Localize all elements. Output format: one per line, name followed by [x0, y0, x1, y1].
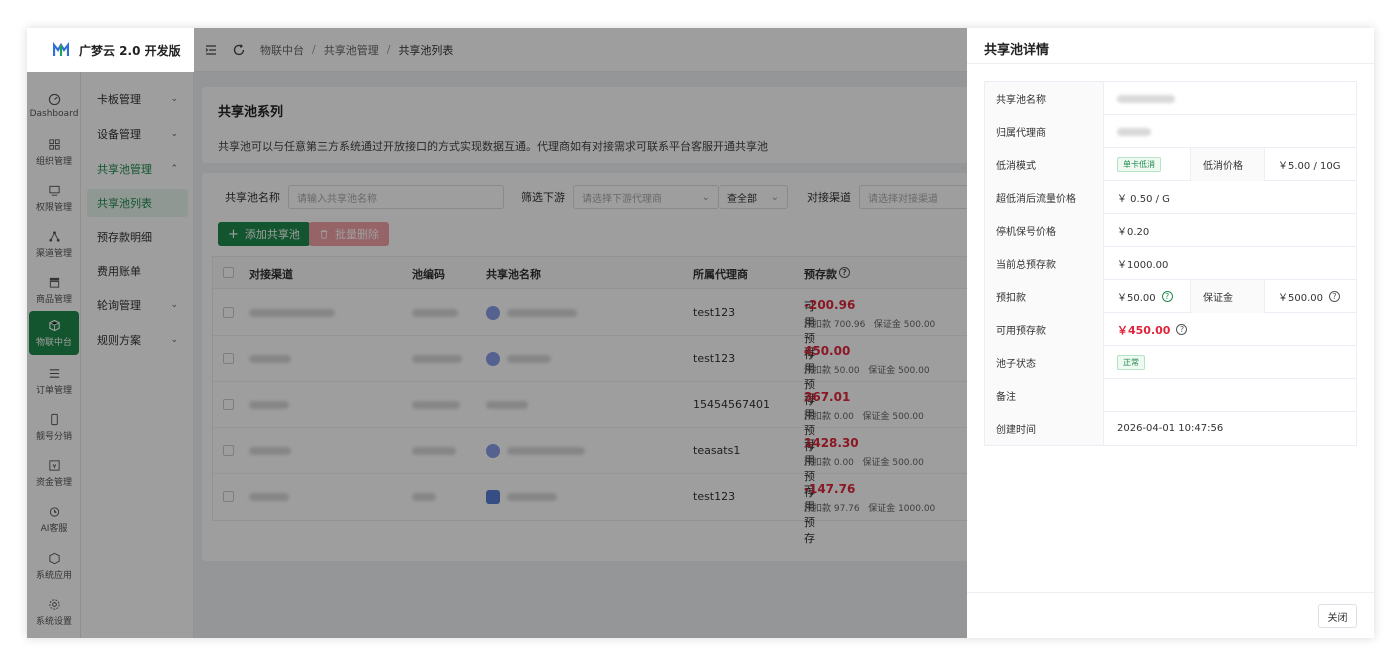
detail-row-status: 池子状态 正常: [985, 346, 1356, 379]
app-brand: 广梦云 2.0 开发版: [27, 28, 194, 72]
detail-row-lowmode: 低消模式 单卡低消 低消价格 ￥5.00 / 10G: [985, 148, 1356, 181]
detail-row-created: 创建时间 2026-04-01 10:47:56: [985, 412, 1356, 445]
detail-row-available: 可用预存款 ￥450.00?: [985, 313, 1356, 346]
help-icon[interactable]: ?: [1176, 324, 1188, 335]
help-icon[interactable]: ?: [1329, 291, 1340, 302]
redacted-text: [1117, 127, 1151, 136]
detail-table: 共享池名称 归属代理商 低消模式 单卡低消 低消价格 ￥5.00 / 10G 超…: [984, 81, 1357, 446]
lowmode-tag: 单卡低消: [1117, 157, 1161, 172]
divider: [967, 63, 1374, 64]
detail-row-total: 当前总预存款 ￥1000.00: [985, 247, 1356, 280]
pool-detail-drawer: 共享池详情 共享池名称 归属代理商 低消模式 单卡低消 低消价格 ￥5.00 /…: [967, 28, 1374, 638]
divider: [967, 592, 1374, 593]
detail-row-remark: 备注: [985, 379, 1356, 412]
close-button[interactable]: 关闭: [1318, 604, 1357, 628]
detail-row-agent: 归属代理商: [985, 115, 1356, 148]
modal-mask[interactable]: [27, 28, 967, 638]
status-badge: 正常: [1117, 355, 1145, 370]
drawer-title: 共享池详情: [984, 43, 1050, 58]
help-icon[interactable]: ?: [1161, 291, 1173, 302]
detail-row-suspend: 停机保号价格 ￥0.20: [985, 214, 1356, 247]
app-window: 广梦云 2.0 开发版 Dashboard 组织管理 权限管理 渠道管理 商品管…: [27, 28, 1374, 638]
detail-row-overflow: 超低消后流量价格 ￥ 0.50 / G: [985, 181, 1356, 214]
detail-row-name: 共享池名称: [985, 82, 1356, 115]
app-name: 广梦云 2.0 开发版: [79, 43, 181, 58]
logo-icon: [53, 42, 69, 56]
detail-row-prededuct: 预扣款 ￥50.00? 保证金 ￥500.00?: [985, 280, 1356, 313]
redacted-text: [1117, 94, 1175, 103]
